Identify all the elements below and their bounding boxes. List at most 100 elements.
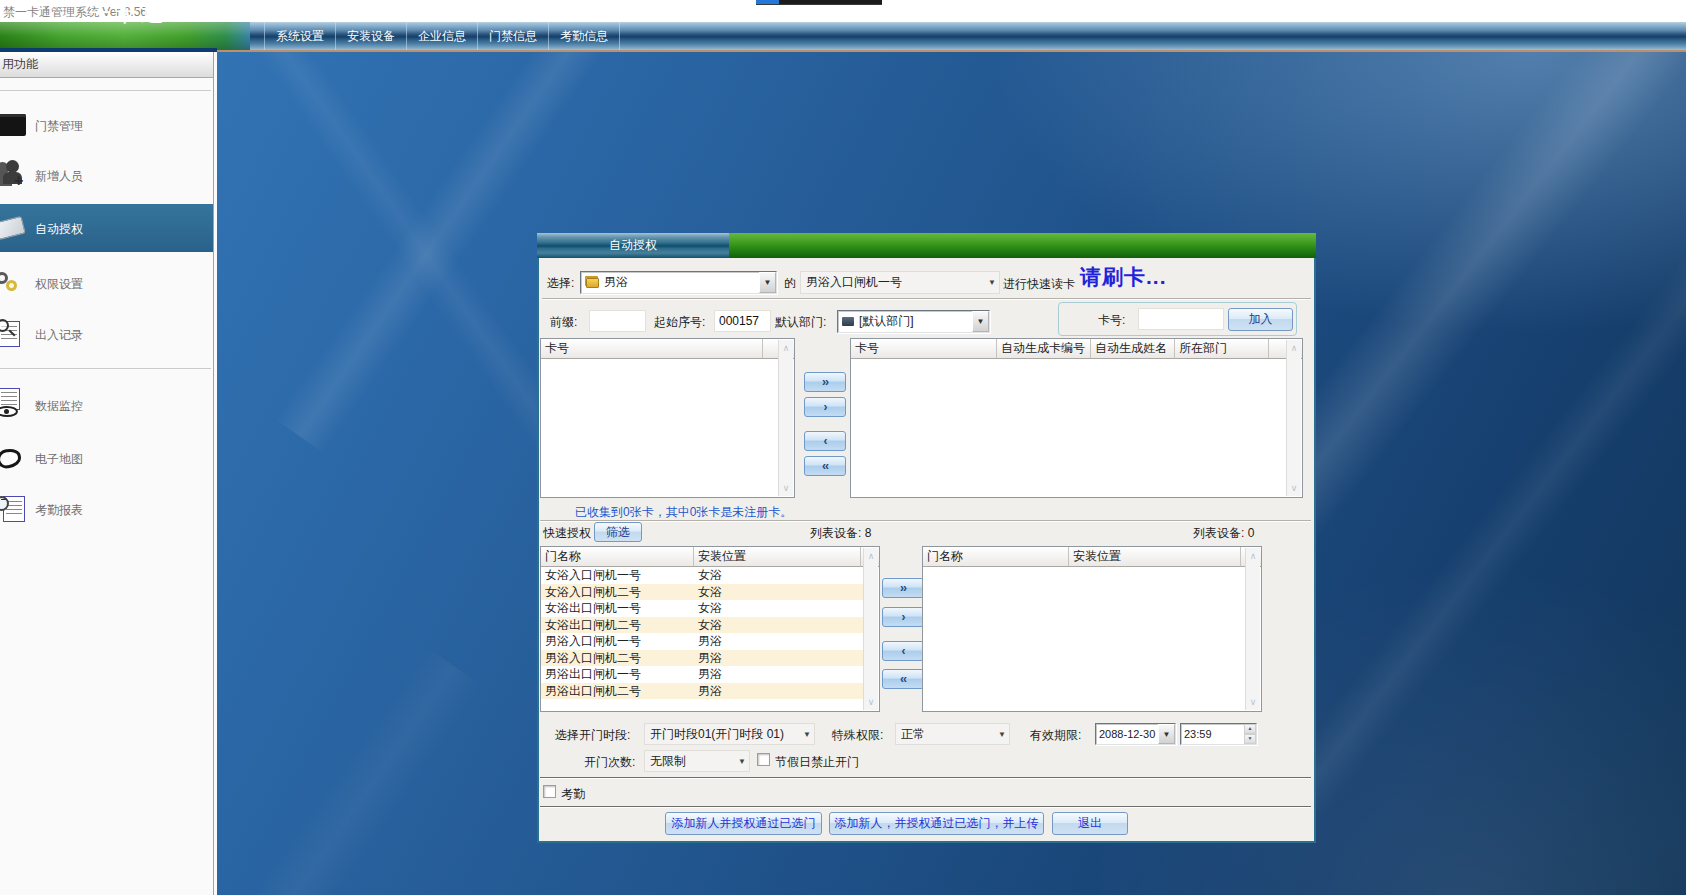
table-row[interactable]: 女浴出口闸机二号女浴 <box>541 617 863 634</box>
column-header[interactable]: 自动生成姓名 <box>1091 339 1175 359</box>
scrollbar[interactable]: ∧ ∨ <box>778 340 793 496</box>
column-header[interactable]: 安装位置 <box>1069 547 1241 567</box>
valid-date-select[interactable]: 2088-12-30 ▼ <box>1095 723 1176 745</box>
card-number-label: 卡号: <box>1098 312 1125 329</box>
menu-item-company-info[interactable]: 企业信息 <box>407 22 478 50</box>
filter-button[interactable]: 筛选 <box>594 522 642 542</box>
dropdown-arrow-icon[interactable]: ▼ <box>759 272 776 293</box>
prefix-label: 前缀: <box>550 314 577 331</box>
menu-item-system-settings[interactable]: 系统设置 <box>264 22 336 50</box>
add-card-button[interactable]: 加入 <box>1228 308 1293 331</box>
map-icon <box>0 441 28 475</box>
collected-cards-list: 卡号 ∧ ∨ <box>540 338 795 498</box>
scroll-down-icon[interactable]: ∨ <box>1246 697 1260 707</box>
separator <box>542 298 1311 300</box>
add-authorize-button[interactable]: 添加新人并授权通过已选门 <box>665 812 822 835</box>
select-label: 选择: <box>547 275 574 292</box>
period-select[interactable]: 开门时段01(开门时段 01) ▼ <box>644 723 815 745</box>
scrollbar[interactable]: ∧ ∨ <box>863 548 878 710</box>
move-all-left-button[interactable]: ‹‹ <box>804 456 846 476</box>
background-tab-remnant-line <box>756 4 882 5</box>
table-row[interactable]: 男浴出口闸机二号男浴 <box>541 683 863 700</box>
valid-label: 有效期限: <box>1030 727 1081 744</box>
column-header[interactable]: 卡号 <box>851 339 997 359</box>
move-one-right-button[interactable]: › <box>804 397 846 417</box>
scrollbar[interactable]: ∧ ∨ <box>1286 340 1301 496</box>
zone-select[interactable]: 男浴 ▼ <box>580 271 777 294</box>
attendance-checkbox[interactable] <box>543 785 556 798</box>
registered-cards-table: 卡号 自动生成卡编号 自动生成姓名 所在部门 ∧ ∨ <box>850 338 1303 498</box>
scroll-up-icon[interactable]: ∧ <box>864 551 878 561</box>
holiday-forbid-checkbox[interactable] <box>757 753 770 766</box>
menu-item-attendance-info[interactable]: 考勤信息 <box>549 22 620 50</box>
dialog-tab-auto-authorize[interactable]: 自动授权 <box>537 233 729 258</box>
spin-up-icon[interactable]: ▲ <box>1244 724 1256 734</box>
column-header[interactable]: 安装位置 <box>694 547 861 567</box>
sidebar-item-auto-authorize[interactable]: 自动授权 <box>0 204 213 252</box>
scroll-up-icon[interactable]: ∧ <box>779 343 793 353</box>
device-select[interactable]: 男浴入口闸机一号 ▼ <box>800 271 1000 294</box>
separator <box>540 777 1311 779</box>
open-count-select[interactable]: 无限制 ▼ <box>644 750 750 772</box>
sidebar-item-add-person[interactable]: + 新增人员 <box>0 151 213 199</box>
special-select[interactable]: 正常 ▼ <box>895 723 1010 745</box>
dropdown-arrow-icon[interactable]: ▼ <box>972 311 989 332</box>
main-menubar: 系统设置 安装设备 企业信息 门禁信息 考勤信息 <box>250 22 1686 50</box>
column-header[interactable]: 门名称 <box>923 547 1069 567</box>
dropdown-arrow-icon: ▼ <box>800 730 814 739</box>
of-label: 的 <box>784 275 796 292</box>
auto-authorize-dialog: 自动授权 选择: 男浴 ▼ 的 男浴入口闸机一号 ▼ 进行快速读卡 请刷卡...… <box>537 233 1316 843</box>
move-all-right-button[interactable]: ›› <box>804 372 846 392</box>
table-row[interactable]: 女浴入口闸机一号女浴 <box>541 567 863 584</box>
door-move-all-right-button[interactable]: ›› <box>882 578 924 598</box>
spinner-buttons[interactable]: ▲ ▼ <box>1244 724 1256 744</box>
spin-down-icon[interactable]: ▼ <box>1244 734 1256 744</box>
serial-label: 起始序号: <box>654 314 705 331</box>
department-icon <box>842 317 854 326</box>
monitor-eye-icon <box>0 388 28 422</box>
menu-item-install-device[interactable]: 安装设备 <box>336 22 407 50</box>
table-row[interactable]: 女浴入口闸机二号女浴 <box>541 584 863 601</box>
sidebar-item-access-records[interactable]: 出入记录 <box>0 310 213 358</box>
table-row[interactable]: 男浴入口闸机二号男浴 <box>541 650 863 667</box>
exit-button[interactable]: 退出 <box>1052 812 1128 835</box>
door-move-one-right-button[interactable]: › <box>882 607 924 627</box>
scroll-up-icon[interactable]: ∧ <box>1246 551 1260 561</box>
dialog-tab-bar <box>729 233 1316 258</box>
dropdown-arrow-icon[interactable]: ▼ <box>1158 724 1175 744</box>
door-move-one-left-button[interactable]: ‹ <box>882 641 924 661</box>
door-move-all-left-button[interactable]: ‹‹ <box>882 669 924 689</box>
sidebar-item-door-management[interactable]: 门禁管理 <box>0 101 213 149</box>
sidebar-item-attendance-report[interactable]: 考勤报表 <box>0 485 213 533</box>
prefix-input[interactable] <box>589 310 646 332</box>
move-one-left-button[interactable]: ‹ <box>804 431 846 451</box>
column-header[interactable]: 所在部门 <box>1175 339 1269 359</box>
scroll-down-icon[interactable]: ∨ <box>779 483 793 493</box>
column-header[interactable]: 卡号 <box>541 339 763 359</box>
scroll-down-icon[interactable]: ∨ <box>1287 483 1301 493</box>
table-row[interactable]: 女浴出口闸机一号女浴 <box>541 600 863 617</box>
sidebar-item-electronic-map[interactable]: 电子地图 <box>0 434 213 482</box>
column-header[interactable]: 自动生成卡编号 <box>997 339 1091 359</box>
card-number-input[interactable] <box>1138 308 1224 330</box>
scroll-up-icon[interactable]: ∧ <box>1287 343 1301 353</box>
dept-select[interactable]: [默认部门] ▼ <box>837 310 990 333</box>
sidebar-header: 用功能 <box>0 52 213 78</box>
table-row[interactable]: 男浴出口闸机一号男浴 <box>541 666 863 683</box>
valid-time-spinner[interactable]: 23:59 ▲ ▼ <box>1180 723 1257 745</box>
scrollbar[interactable]: ∧ ∨ <box>1245 548 1260 710</box>
sidebar-item-permission-settings[interactable]: 权限设置 <box>0 259 213 307</box>
sidebar-divider <box>0 90 211 91</box>
column-header[interactable]: 门名称 <box>541 547 694 567</box>
swipe-prompt: 请刷卡... <box>1080 263 1167 291</box>
menu-item-access-info[interactable]: 门禁信息 <box>478 22 549 50</box>
search-record-icon <box>0 317 28 351</box>
device-count-left: 列表设备: 8 <box>810 525 871 542</box>
serial-input[interactable] <box>714 310 771 332</box>
fast-read-label: 进行快速读卡 <box>1003 276 1075 293</box>
dropdown-arrow-icon: ▼ <box>995 730 1009 739</box>
sidebar-item-data-monitor[interactable]: 数据监控 <box>0 381 213 429</box>
table-row[interactable]: 男浴入口闸机一号男浴 <box>541 633 863 650</box>
add-authorize-upload-button[interactable]: 添加新人，并授权通过已选门，并上传 <box>829 812 1044 835</box>
scroll-down-icon[interactable]: ∨ <box>864 697 878 707</box>
